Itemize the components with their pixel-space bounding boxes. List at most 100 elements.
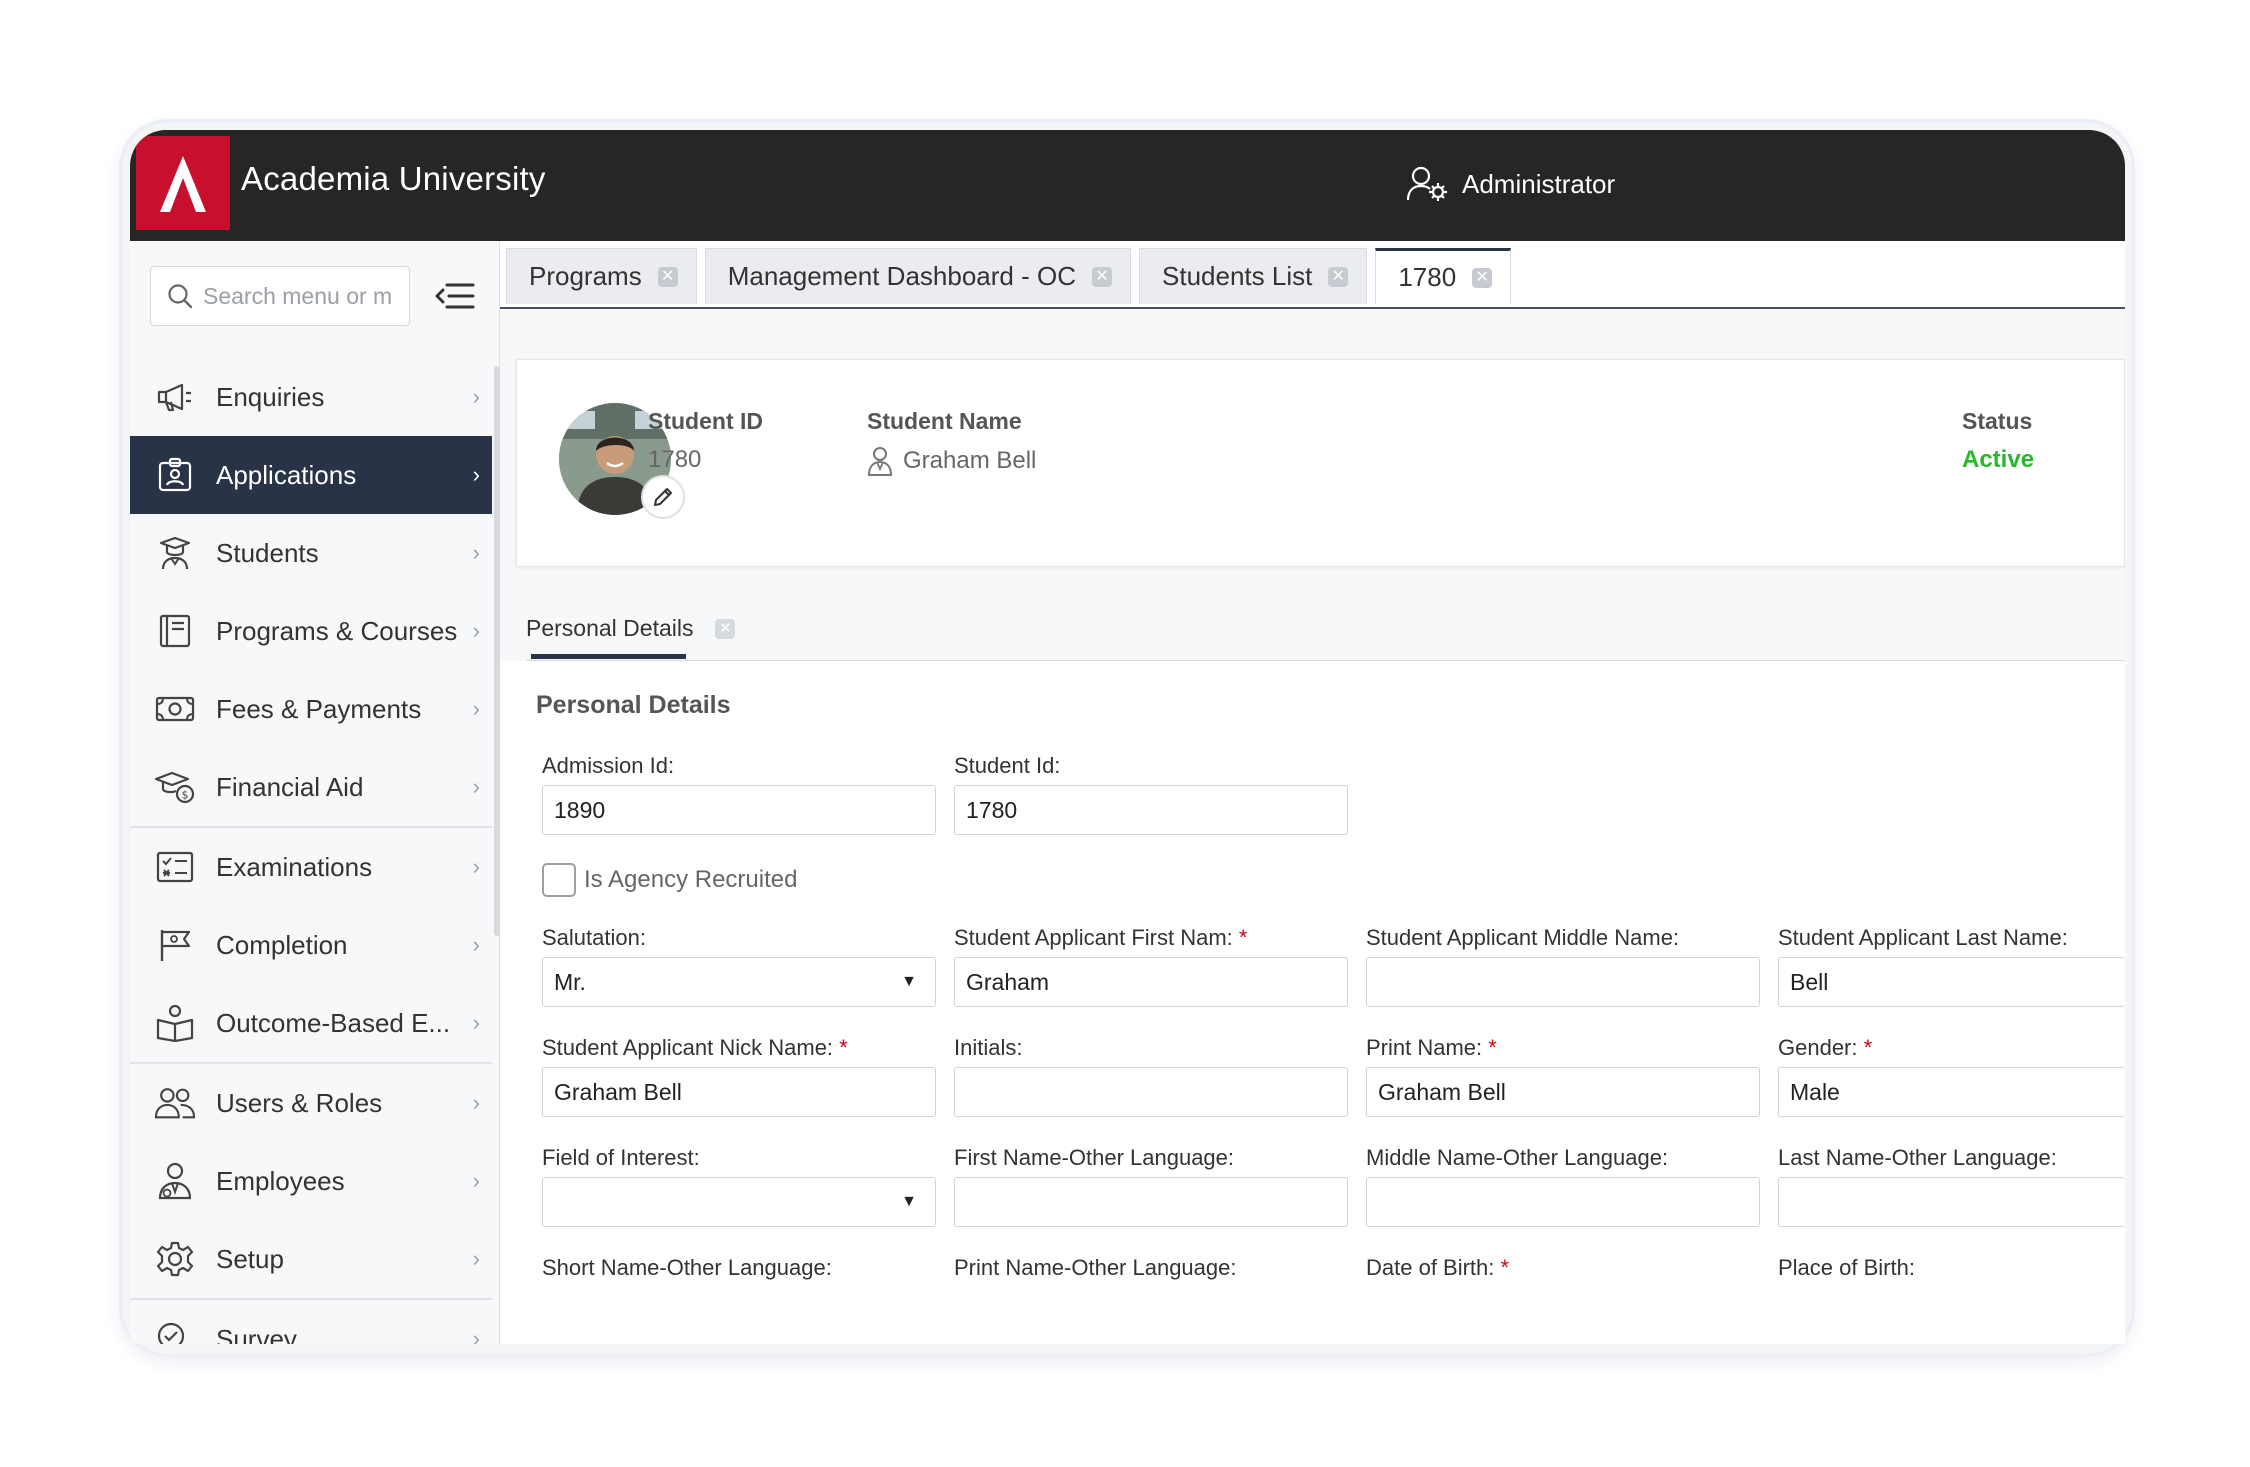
sidebar-item-programs-courses[interactable]: Programs & Courses › bbox=[130, 592, 492, 670]
student-id-field-value: 1780 bbox=[966, 796, 1018, 823]
chevron-right-icon: › bbox=[472, 384, 480, 409]
menu-search-input[interactable] bbox=[203, 282, 393, 310]
close-icon[interactable]: ✕ bbox=[715, 618, 736, 639]
dropdown-arrow-icon: ▼ bbox=[901, 1193, 917, 1210]
sidebar-item-students[interactable]: Students › bbox=[130, 514, 492, 592]
sidebar-item-examinations[interactable]: Examinations › bbox=[130, 828, 492, 906]
tab-management-dashboard[interactable]: Management Dashboard - OC ✕ bbox=[704, 248, 1131, 304]
sidebar-item-label: Outcome-Based E... bbox=[216, 1007, 451, 1038]
last-name-other-label: Last Name-Other Language: bbox=[1778, 1145, 2057, 1170]
close-icon[interactable]: ✕ bbox=[1472, 267, 1493, 288]
sidebar-item-label: Enquiries bbox=[216, 381, 325, 412]
sidebar-item-label: Completion bbox=[216, 929, 348, 960]
middle-name-input[interactable] bbox=[1366, 957, 1760, 1007]
admission-id-label: Admission Id: bbox=[542, 753, 675, 778]
sidebar-item-fees-payments[interactable]: Fees & Payments › bbox=[130, 670, 492, 748]
last-name-value: Bell bbox=[1790, 968, 1829, 995]
middle-name-other-label: Middle Name-Other Language: bbox=[1366, 1145, 1669, 1170]
chevron-right-icon: › bbox=[472, 462, 480, 487]
sidebar-item-label: Users & Roles bbox=[216, 1087, 383, 1118]
sidebar-item-label: Employees bbox=[216, 1165, 345, 1196]
tab-student-1780[interactable]: 1780 ✕ bbox=[1375, 248, 1512, 304]
tab-label: Management Dashboard - OC bbox=[727, 261, 1076, 291]
chevron-right-icon: › bbox=[472, 1246, 480, 1271]
sidebar-item-completion[interactable]: Completion › bbox=[130, 906, 492, 984]
users-icon bbox=[154, 1082, 196, 1124]
menu-search-box[interactable] bbox=[150, 266, 410, 326]
main-content: Student ID 1780 Student Name Graham Bell… bbox=[500, 309, 2125, 1344]
sidebar-item-enquiries[interactable]: Enquiries › bbox=[130, 358, 492, 436]
agency-recruited-row[interactable]: Is Agency Recruited bbox=[542, 863, 797, 897]
close-icon[interactable]: ✕ bbox=[1092, 266, 1112, 287]
sidebar-item-label: Programs & Courses bbox=[216, 615, 458, 646]
tab-programs[interactable]: Programs ✕ bbox=[506, 248, 697, 304]
sidebar-item-applications[interactable]: Applications › bbox=[130, 436, 492, 514]
subtab-active-indicator bbox=[531, 654, 686, 659]
last-name-other-input[interactable] bbox=[1778, 1177, 2125, 1227]
gender-label: Gender: * bbox=[1778, 1035, 1873, 1060]
sidebar-item-users-roles[interactable]: Users & Roles › bbox=[130, 1064, 492, 1142]
sidebar-item-employees[interactable]: Employees › bbox=[130, 1142, 492, 1220]
student-name-value: Graham Bell bbox=[903, 447, 1037, 474]
chevron-right-icon: › bbox=[472, 774, 480, 799]
close-icon[interactable]: ✕ bbox=[1328, 266, 1349, 287]
personal-details-form: Personal Details Admission Id: 1890 Stud… bbox=[500, 661, 2125, 1344]
megaphone-icon bbox=[154, 376, 196, 418]
salutation-value: Mr. bbox=[554, 968, 586, 995]
reader-icon bbox=[154, 1002, 196, 1044]
employee-icon bbox=[154, 1160, 196, 1202]
sidebar-item-setup[interactable]: Setup › bbox=[130, 1220, 492, 1298]
brand-name: Academia University bbox=[241, 160, 546, 197]
dropdown-arrow-icon: ▼ bbox=[901, 973, 917, 990]
app-window: Academia University Administrator Search… bbox=[130, 130, 2125, 1344]
sidebar-item-label: Applications bbox=[216, 459, 357, 490]
cap-coin-icon: $ bbox=[154, 766, 196, 808]
required-marker: * bbox=[1238, 925, 1248, 950]
survey-icon bbox=[154, 1318, 196, 1344]
edit-photo-button[interactable] bbox=[641, 475, 685, 519]
sidebar-item-outcome-based[interactable]: Outcome-Based E... › bbox=[130, 984, 492, 1062]
subtab-personal-details[interactable]: Personal Details ✕ bbox=[526, 615, 736, 642]
gender-input[interactable]: Male bbox=[1778, 1067, 2125, 1117]
first-name-other-label: First Name-Other Language: bbox=[954, 1145, 1235, 1170]
student-id-input[interactable]: 1780 bbox=[954, 785, 1348, 835]
tab-students-list[interactable]: Students List ✕ bbox=[1139, 248, 1368, 304]
nick-name-input[interactable]: Graham Bell bbox=[542, 1067, 936, 1117]
gear-icon bbox=[154, 1238, 196, 1280]
agency-recruited-checkbox[interactable] bbox=[542, 863, 576, 897]
student-summary-card: Student ID 1780 Student Name Graham Bell… bbox=[516, 359, 2125, 567]
student-id-field-label: Student Id: bbox=[954, 753, 1061, 778]
student-id-value: 1780 bbox=[648, 446, 702, 473]
close-icon[interactable]: ✕ bbox=[657, 266, 678, 287]
tab-label: 1780 bbox=[1398, 262, 1457, 292]
gender-value: Male bbox=[1790, 1078, 1840, 1105]
chevron-right-icon: › bbox=[472, 696, 480, 721]
initials-input[interactable] bbox=[954, 1067, 1348, 1117]
date-of-birth-label: Date of Birth: * bbox=[1366, 1255, 1510, 1280]
book-icon bbox=[154, 610, 196, 652]
print-name-input[interactable]: Graham Bell bbox=[1366, 1067, 1760, 1117]
collapse-sidebar-button[interactable] bbox=[435, 281, 475, 316]
admission-id-input[interactable]: 1890 bbox=[542, 785, 936, 835]
first-name-other-input[interactable] bbox=[954, 1177, 1348, 1227]
salutation-select[interactable]: Mr. ▼ bbox=[542, 957, 936, 1007]
status-badge: Active bbox=[1962, 446, 2035, 473]
last-name-label: Student Applicant Last Name: bbox=[1778, 925, 2068, 950]
field-of-interest-select[interactable]: ▼ bbox=[542, 1177, 936, 1227]
sidebar: Enquiries › Applications › Students › bbox=[130, 241, 500, 1344]
required-marker: * bbox=[1863, 1035, 1873, 1060]
admission-id-value: 1890 bbox=[554, 796, 606, 823]
initials-label: Initials: bbox=[954, 1035, 1023, 1060]
sidebar-item-financial-aid[interactable]: $ Financial Aid › bbox=[130, 748, 492, 826]
middle-name-other-input[interactable] bbox=[1366, 1177, 1760, 1227]
university-logo[interactable] bbox=[136, 136, 230, 230]
sidebar-item-label: Examinations bbox=[216, 851, 373, 882]
tab-label: Students List bbox=[1162, 261, 1313, 291]
first-name-input[interactable]: Graham bbox=[954, 957, 1348, 1007]
sidebar-item-survey[interactable]: Survey › bbox=[130, 1300, 492, 1344]
sidebar-item-label: Students bbox=[216, 537, 319, 568]
tab-label: Programs bbox=[529, 261, 642, 291]
last-name-input[interactable]: Bell bbox=[1778, 957, 2125, 1007]
user-role-menu[interactable]: Administrator bbox=[1406, 166, 1615, 202]
sidebar-item-label: Survey bbox=[216, 1323, 297, 1345]
